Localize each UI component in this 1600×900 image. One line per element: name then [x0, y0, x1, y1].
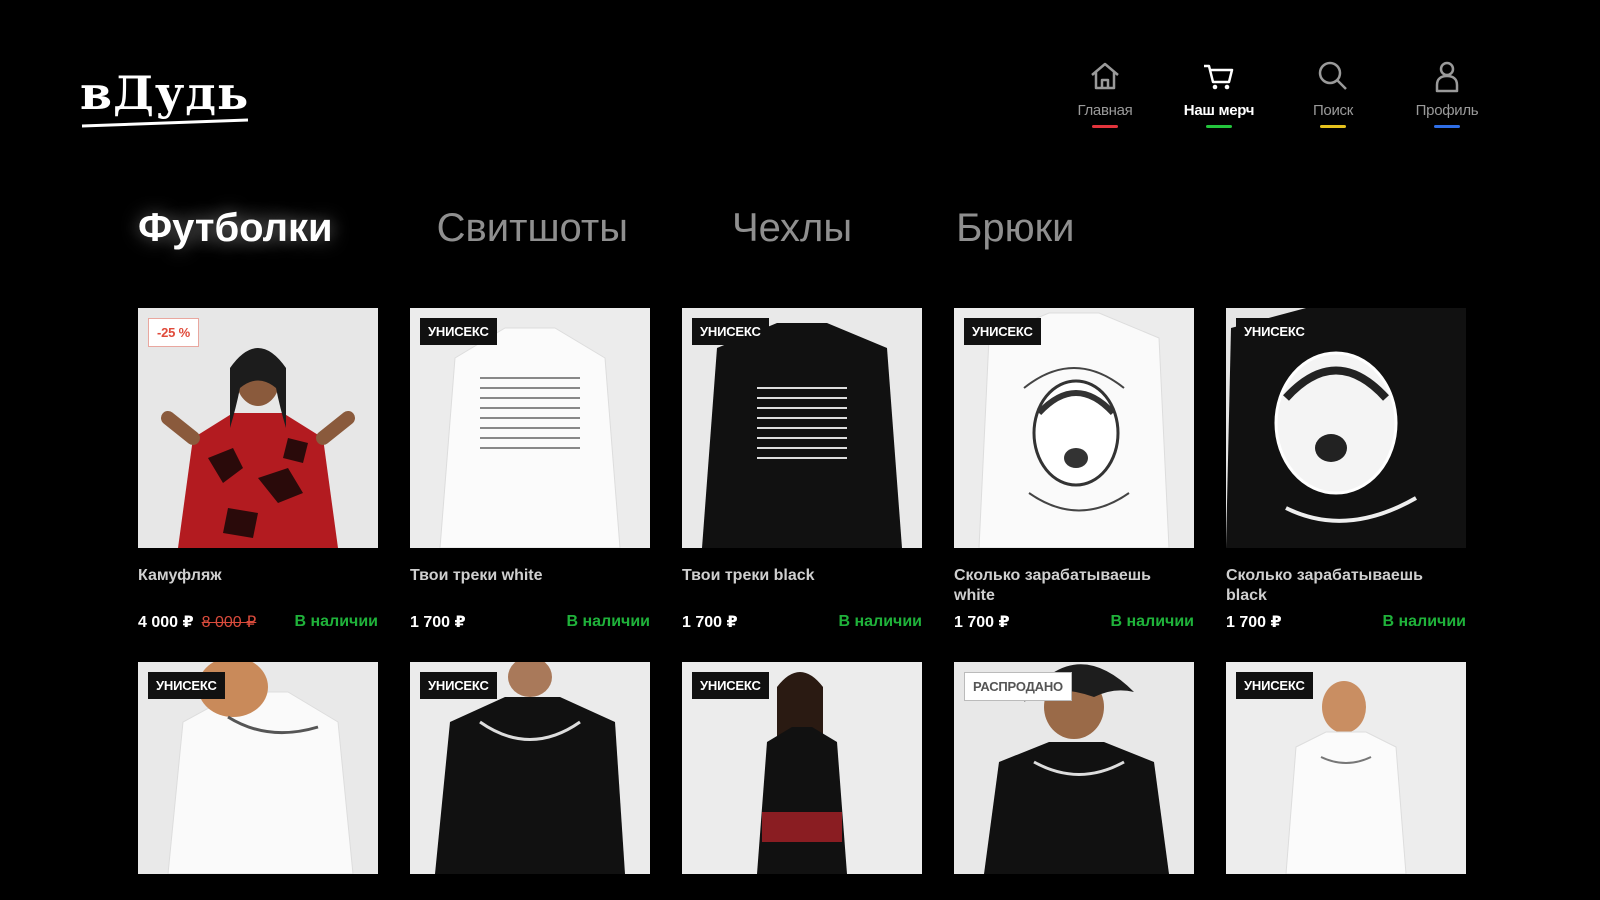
unisex-badge: УНИСЕКС: [1236, 672, 1313, 699]
category-tabs: Футболки Свитшоты Чехлы Брюки: [118, 200, 1158, 257]
nav-underline-home: [1092, 125, 1118, 128]
product-title: Твои треки black: [682, 567, 815, 584]
product-image: УНИСЕКС: [1226, 662, 1466, 874]
unisex-badge: УНИСЕКС: [420, 672, 497, 699]
product-title: Сколько зарабатываешь black: [1226, 567, 1423, 604]
search-icon: [1318, 61, 1347, 90]
nav-item-profile[interactable]: Профиль: [1390, 58, 1504, 128]
product-card[interactable]: УНИСЕКС Сколько зарабатываешь white 1 70…: [954, 308, 1194, 632]
product-card[interactable]: УНИСЕКС: [410, 662, 650, 874]
price-row: 1 700 ₽ В наличии: [410, 612, 650, 632]
stock-status: В наличии: [566, 613, 650, 630]
nav-underline-search: [1320, 125, 1346, 128]
logo[interactable]: вДудь: [80, 52, 250, 142]
product-price: 4 000 ₽: [138, 614, 194, 631]
stock-status: В наличии: [1110, 613, 1194, 630]
top-nav: Главная Наш мерч Поиск Профиль: [1048, 58, 1504, 128]
nav-label-profile: Профиль: [1415, 102, 1479, 119]
logo-underline: [81, 118, 249, 128]
product-old-price: 8 000 ₽: [201, 614, 257, 631]
nav-underline-merch: [1206, 125, 1232, 128]
unisex-badge: УНИСЕКС: [148, 672, 225, 699]
discount-badge: -25 %: [148, 318, 199, 347]
product-image: УНИСЕКС: [682, 662, 922, 874]
product-card[interactable]: РАСПРОДАНО: [954, 662, 1194, 874]
unisex-badge: УНИСЕКС: [420, 318, 497, 345]
product-image: УНИСЕКС: [1226, 308, 1466, 548]
sold-out-badge: РАСПРОДАНО: [964, 672, 1072, 701]
product-title: Твои треки white: [410, 567, 543, 584]
product-title: Сколько зарабатываешь white: [954, 567, 1151, 604]
nav-label-merch: Наш мерч: [1183, 102, 1255, 119]
stock-status: В наличии: [1382, 613, 1466, 630]
tab-pants[interactable]: Брюки: [936, 200, 1094, 257]
cart-icon: [1204, 64, 1234, 90]
stock-status: В наличии: [838, 613, 922, 630]
product-image: -25 %: [138, 308, 378, 548]
product-image: УНИСЕКС: [682, 308, 922, 548]
product-card[interactable]: УНИСЕКС: [138, 662, 378, 874]
nav-underline-profile: [1434, 125, 1460, 128]
home-icon: [1091, 62, 1119, 90]
nav-label-home: Главная: [1077, 102, 1133, 119]
tab-tshirts[interactable]: Футболки: [118, 200, 353, 257]
product-image: УНИСЕКС: [410, 662, 650, 874]
unisex-badge: УНИСЕКС: [1236, 318, 1313, 345]
product-card[interactable]: УНИСЕКС: [682, 662, 922, 874]
product-card[interactable]: УНИСЕКС Твои треки black 1 700 ₽ В налич…: [682, 308, 922, 632]
product-image: РАСПРОДАНО: [954, 662, 1194, 874]
unisex-badge: УНИСЕКС: [692, 672, 769, 699]
nav-item-search[interactable]: Поиск: [1276, 58, 1390, 128]
tab-cases[interactable]: Чехлы: [712, 200, 872, 257]
tab-sweatshirts[interactable]: Свитшоты: [417, 200, 648, 257]
nav-item-home[interactable]: Главная: [1048, 58, 1162, 128]
nav-item-merch[interactable]: Наш мерч: [1162, 58, 1276, 128]
price-row: 1 700 ₽ В наличии: [1226, 612, 1466, 632]
price-row: 1 700 ₽ В наличии: [954, 612, 1194, 632]
product-price: 1 700 ₽: [410, 614, 466, 631]
product-card[interactable]: УНИСЕКС Сколько зарабатываешь black 1 70…: [1226, 308, 1466, 632]
product-price: 1 700 ₽: [1226, 614, 1282, 631]
product-card[interactable]: -25 % Камуфляж 4 000 ₽ 8 000 ₽ В наличии: [138, 308, 378, 632]
unisex-badge: УНИСЕКС: [964, 318, 1041, 345]
price-row: 4 000 ₽ 8 000 ₽ В наличии: [138, 612, 378, 632]
product-card[interactable]: УНИСЕКС: [1226, 662, 1466, 874]
product-card[interactable]: УНИСЕКС Твои треки white 1 700 ₽ В налич…: [410, 308, 650, 632]
unisex-badge: УНИСЕКС: [692, 318, 769, 345]
product-price: 1 700 ₽: [954, 614, 1010, 631]
product-image: УНИСЕКС: [410, 308, 650, 548]
product-image: УНИСЕКС: [138, 662, 378, 874]
logo-text: вДудь: [80, 66, 250, 120]
nav-label-search: Поиск: [1312, 102, 1354, 119]
product-title: Камуфляж: [138, 567, 222, 584]
product-grid: -25 % Камуфляж 4 000 ₽ 8 000 ₽ В наличии…: [138, 308, 1468, 874]
product-image: УНИСЕКС: [954, 308, 1194, 548]
stock-status: В наличии: [294, 613, 378, 630]
product-price: 1 700 ₽: [682, 614, 738, 631]
profile-icon: [1435, 61, 1459, 93]
price-row: 1 700 ₽ В наличии: [682, 612, 922, 632]
